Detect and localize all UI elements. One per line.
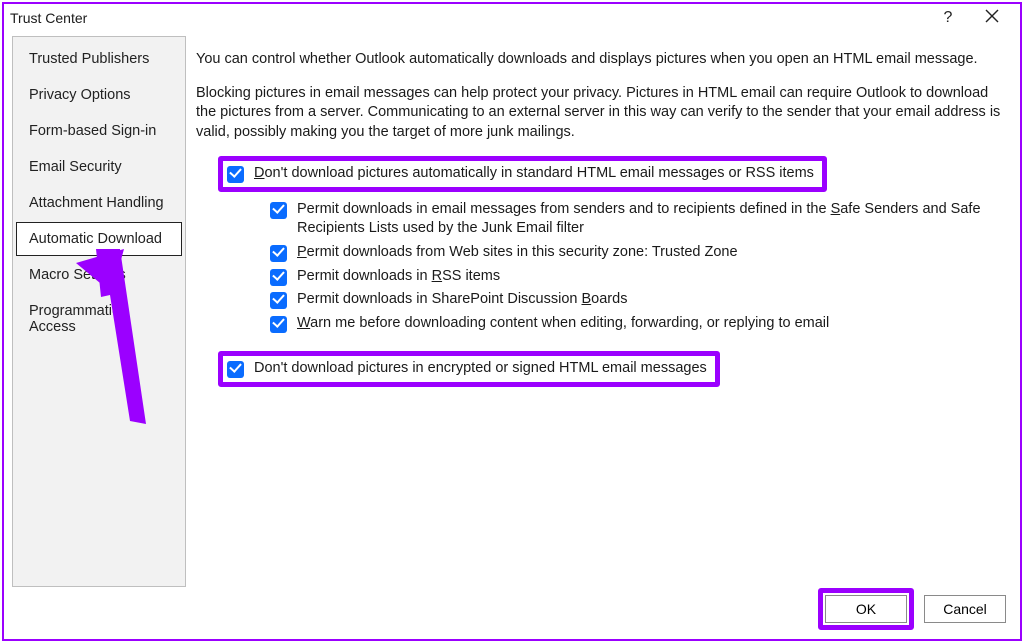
checkbox-label: Warn me before downloading content when … — [297, 314, 829, 334]
checkbox-icon — [270, 292, 287, 309]
sidebar-item-trusted-publishers[interactable]: Trusted Publishers — [16, 42, 182, 76]
sidebar-item-email-security[interactable]: Email Security — [16, 150, 182, 184]
window-title: Trust Center — [10, 10, 87, 26]
checkbox-label: Permit downloads in email messages from … — [297, 200, 1004, 239]
close-icon — [985, 9, 999, 23]
sidebar-item-macro-settings[interactable]: Macro Settings — [16, 258, 182, 292]
checkbox-permit-trusted-zone[interactable]: Permit downloads from Web sites in this … — [270, 243, 1004, 263]
checkbox-permit-safe-senders[interactable]: Permit downloads in email messages from … — [270, 200, 1004, 239]
checkbox-icon — [270, 202, 287, 219]
close-button[interactable] — [970, 9, 1014, 28]
highlight-main-option: Don't download pictures automatically in… — [218, 156, 827, 192]
highlight-ok-button: OK — [818, 588, 914, 630]
checkbox-dont-download-html[interactable]: Don't download pictures automatically in… — [227, 164, 814, 184]
checkbox-dont-download-encrypted[interactable]: Don't download pictures in encrypted or … — [227, 359, 707, 379]
checkbox-permit-sharepoint[interactable]: Permit downloads in SharePoint Discussio… — [270, 290, 1004, 310]
checkbox-label: Don't download pictures in encrypted or … — [254, 359, 707, 379]
sidebar: Trusted Publishers Privacy Options Form-… — [12, 36, 186, 587]
checkbox-label: Permit downloads in SharePoint Discussio… — [297, 290, 627, 310]
content-pane: You can control whether Outlook automati… — [196, 36, 1012, 587]
help-button[interactable]: ? — [926, 9, 970, 27]
sidebar-item-attachment-handling[interactable]: Attachment Handling — [16, 186, 182, 220]
checkbox-permit-rss[interactable]: Permit downloads in RSS items — [270, 267, 1004, 287]
sidebar-item-programmatic-access[interactable]: Programmatic Access — [16, 294, 182, 344]
sidebar-item-automatic-download[interactable]: Automatic Download — [16, 222, 182, 256]
intro-text-2: Blocking pictures in email messages can … — [196, 84, 1004, 143]
checkbox-label: Don't download pictures automatically in… — [254, 164, 814, 184]
highlight-encrypted-option: Don't download pictures in encrypted or … — [218, 351, 720, 387]
checkbox-icon — [227, 361, 244, 378]
ok-button[interactable]: OK — [825, 595, 907, 623]
checkbox-icon — [270, 269, 287, 286]
trust-center-dialog: Trust Center ? Trusted Publishers Privac… — [2, 2, 1022, 641]
checkbox-icon — [270, 316, 287, 333]
sidebar-item-form-based-signin[interactable]: Form-based Sign-in — [16, 114, 182, 148]
checkbox-icon — [270, 245, 287, 262]
checkbox-warn-before-download[interactable]: Warn me before downloading content when … — [270, 314, 1004, 334]
checkbox-label: Permit downloads in RSS items — [297, 267, 500, 287]
intro-text-1: You can control whether Outlook automati… — [196, 50, 1004, 70]
cancel-button[interactable]: Cancel — [924, 595, 1006, 623]
sidebar-item-privacy-options[interactable]: Privacy Options — [16, 78, 182, 112]
dialog-footer: OK Cancel — [4, 587, 1020, 639]
checkbox-label: Permit downloads from Web sites in this … — [297, 243, 738, 263]
checkbox-icon — [227, 166, 244, 183]
titlebar: Trust Center ? — [4, 4, 1020, 32]
